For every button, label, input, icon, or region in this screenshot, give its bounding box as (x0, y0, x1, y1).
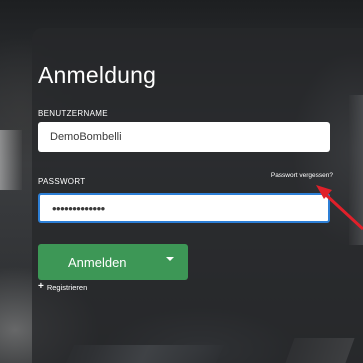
login-button-label: Anmelden (68, 254, 127, 270)
password-label: PASSWORT (38, 177, 86, 186)
mouse-cursor-icon (316, 185, 363, 230)
forgot-password-link[interactable]: Passwort vergessen? (271, 172, 333, 179)
password-field[interactable] (38, 193, 330, 223)
login-button[interactable]: Anmelden (38, 244, 188, 280)
background-light (0, 130, 22, 190)
username-label: BENUTZERNAME (38, 109, 108, 118)
username-field[interactable] (38, 122, 330, 152)
chevron-down-icon[interactable] (166, 257, 174, 261)
register-label: Registrieren (46, 282, 88, 292)
register-link[interactable]: + Registrieren (38, 282, 87, 292)
page-title: Anmeldung (38, 62, 157, 88)
plus-icon: + (38, 281, 44, 292)
